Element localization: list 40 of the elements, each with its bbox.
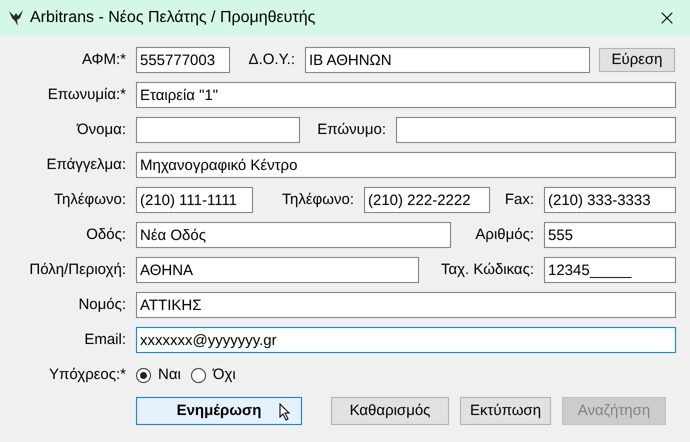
input-field[interactable]: Μηχανογραφικό Κέντρο bbox=[136, 152, 676, 178]
field-label: Επώνυμο: bbox=[317, 120, 386, 138]
input-field[interactable]: xxxxxxx@yyyyyyy.gr bbox=[136, 327, 676, 353]
find-button[interactable]: Εύρεση bbox=[599, 48, 675, 72]
input-field[interactable]: ΑΤΤΙΚΗΣ bbox=[136, 292, 676, 318]
input-field[interactable]: (210) 111-1111 bbox=[136, 187, 253, 213]
field-label: Οδός: bbox=[86, 226, 126, 243]
field-label: Νομός: bbox=[78, 296, 126, 313]
input-field[interactable]: Εταιρεία "1" bbox=[136, 82, 676, 108]
field-label: ΑΦΜ:* bbox=[82, 50, 126, 68]
input-field[interactable]: ΙΒ ΑΘΗΝΩΝ bbox=[305, 47, 590, 73]
field-label: Επάγγελμα: bbox=[46, 156, 126, 173]
field-label: Υπόχρεος:* bbox=[49, 366, 126, 383]
input-field[interactable]: 555777003 bbox=[136, 47, 230, 73]
field-label: Ταχ. Κώδικας: bbox=[441, 260, 534, 278]
field-label: Επωνυμία:* bbox=[48, 86, 126, 103]
radio-option[interactable]: Ναι bbox=[136, 364, 181, 386]
input-field[interactable]: 12345_____ bbox=[544, 257, 676, 283]
field-label: Τηλέφωνο: bbox=[282, 190, 354, 208]
action-button[interactable]: Εκτύπωση bbox=[460, 397, 551, 425]
action-button[interactable]: Καθαρισμός bbox=[331, 397, 449, 425]
input-field[interactable]: (210) 222-2222 bbox=[364, 187, 490, 213]
field-label: Δ.Ο.Υ.: bbox=[248, 50, 295, 68]
input-field[interactable]: (210) 333-3333 bbox=[544, 187, 676, 213]
field-label: Πόλη/Περιοχή: bbox=[29, 260, 126, 278]
field-label: Email: bbox=[84, 330, 126, 348]
input-field[interactable] bbox=[396, 117, 676, 143]
input-field[interactable]: Νέα Οδός bbox=[136, 222, 451, 248]
input-field[interactable] bbox=[136, 117, 300, 143]
mouse-cursor-icon bbox=[279, 403, 291, 421]
radio-option[interactable]: Όχι bbox=[190, 364, 236, 386]
field-label: Όνομα: bbox=[77, 120, 126, 138]
bird-icon bbox=[8, 9, 24, 27]
field-label: Αριθμός: bbox=[475, 226, 534, 243]
action-button[interactable]: Ενημέρωση bbox=[136, 397, 302, 425]
input-field[interactable]: 555 bbox=[544, 222, 676, 248]
window-title: Arbitrans - Νέος Πελάτης / Προμηθευτής bbox=[30, 8, 316, 28]
field-label: Fax: bbox=[504, 190, 534, 208]
input-field[interactable]: ΑΘΗΝΑ bbox=[136, 257, 419, 283]
field-label: Τηλέφωνο: bbox=[54, 190, 126, 208]
